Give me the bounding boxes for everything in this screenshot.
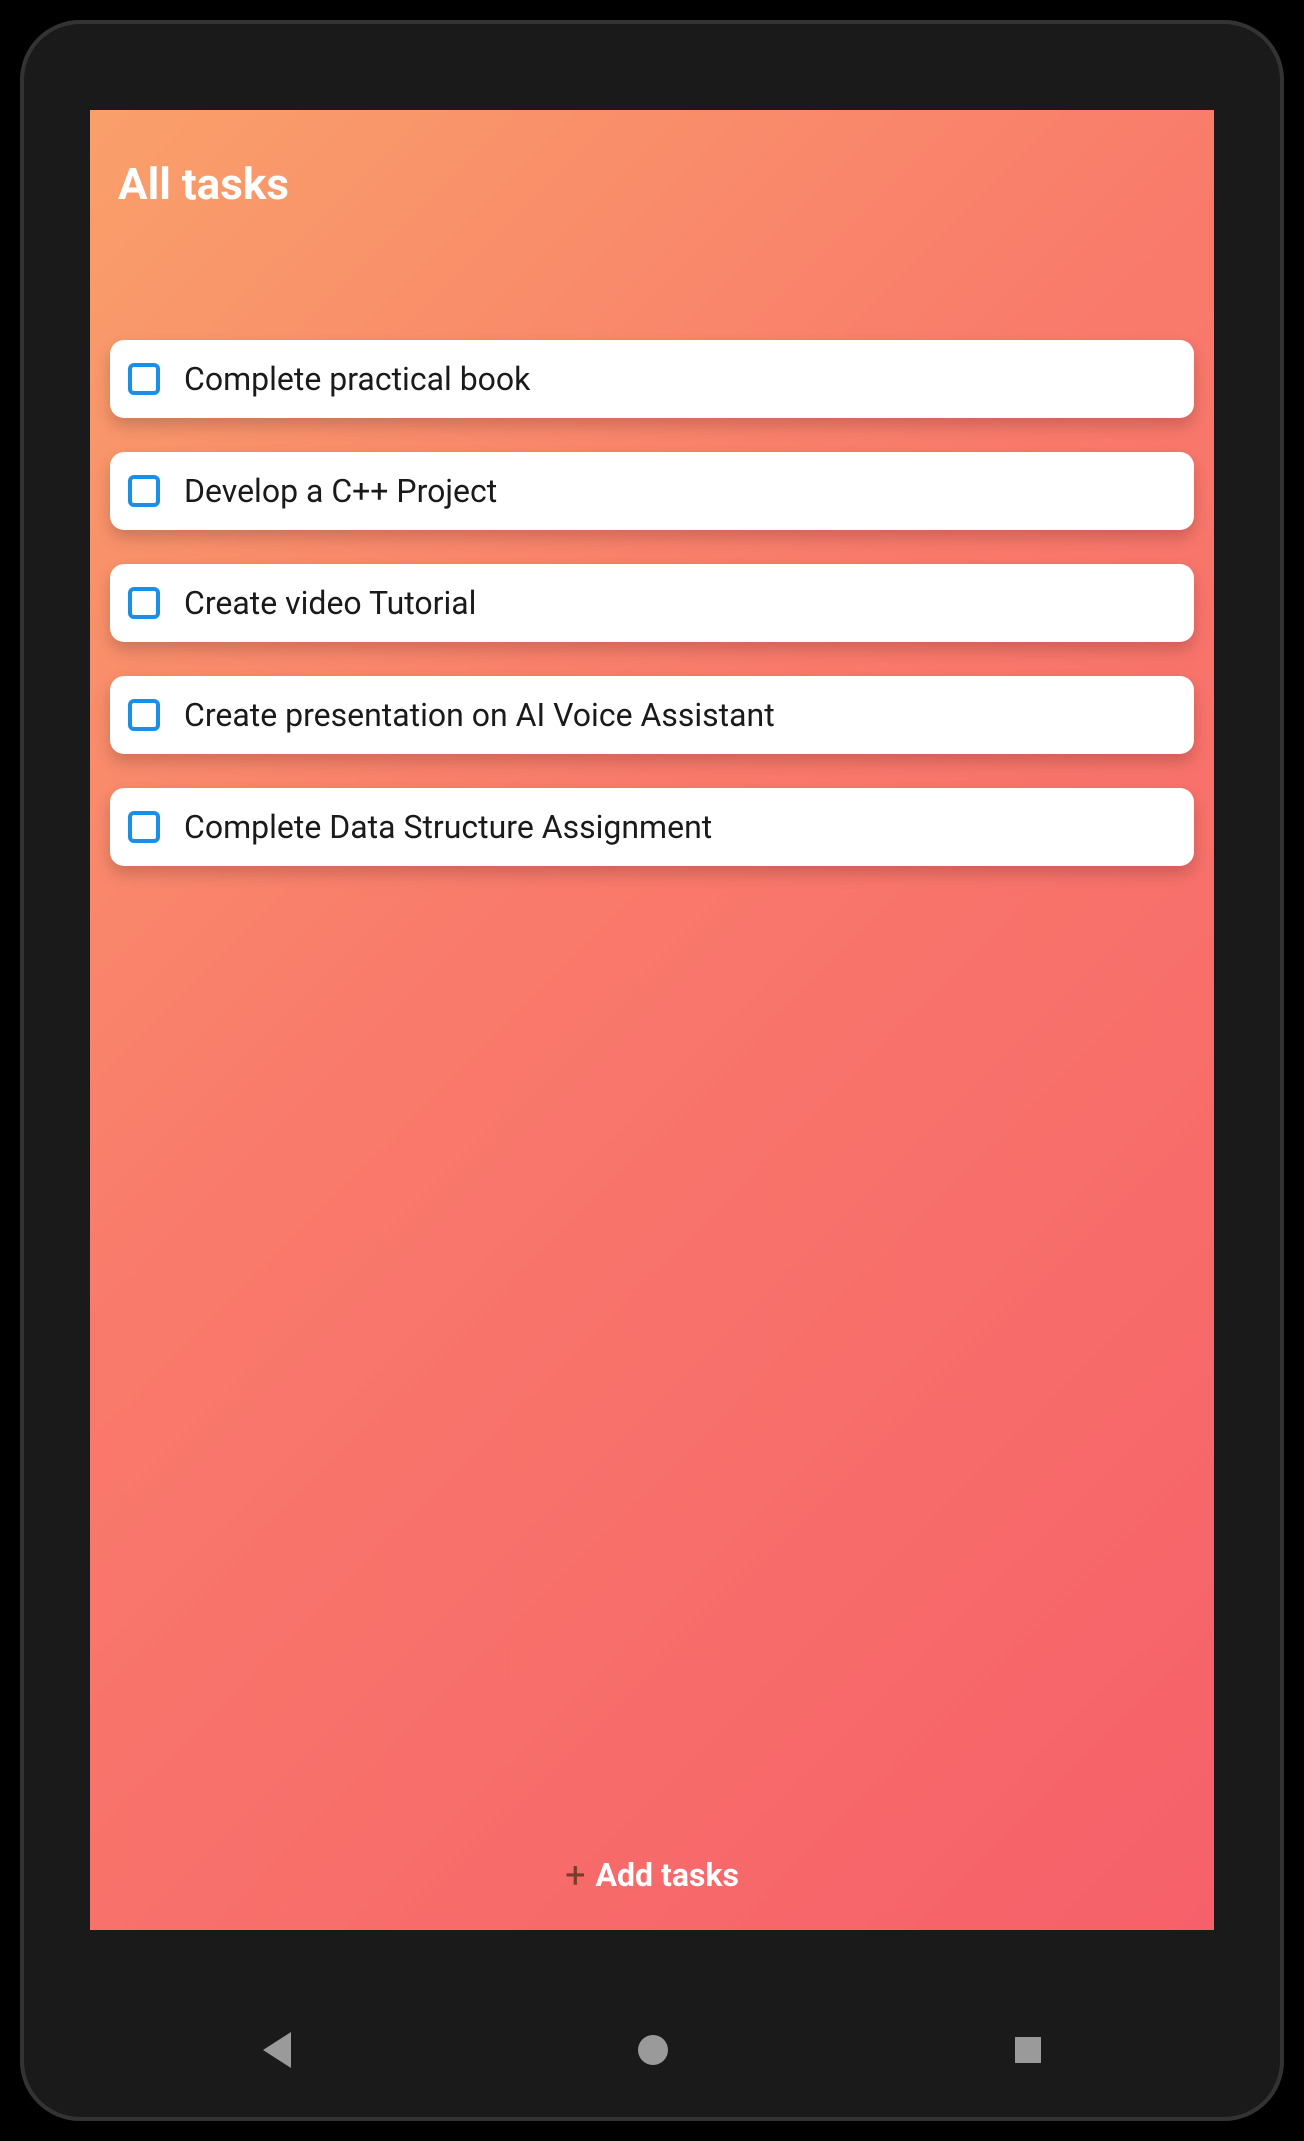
checkbox-icon[interactable] xyxy=(128,811,160,843)
task-label: Complete Data Structure Assignment xyxy=(184,808,712,846)
task-label: Create presentation on AI Voice Assistan… xyxy=(184,696,775,734)
task-item[interactable]: Complete Data Structure Assignment xyxy=(110,788,1194,866)
add-tasks-label: Add tasks xyxy=(596,1856,739,1894)
task-item[interactable]: Develop a C++ Project xyxy=(110,452,1194,530)
device-frame: All tasks Complete practical book Develo… xyxy=(20,20,1284,2121)
checkbox-icon[interactable] xyxy=(128,699,160,731)
recent-apps-icon[interactable] xyxy=(1015,2037,1041,2063)
task-item[interactable]: Create video Tutorial xyxy=(110,564,1194,642)
checkbox-icon[interactable] xyxy=(128,475,160,507)
back-icon[interactable] xyxy=(263,2032,291,2068)
add-tasks-button[interactable]: + Add tasks xyxy=(565,1856,739,1894)
task-label: Create video Tutorial xyxy=(184,584,476,622)
checkbox-icon[interactable] xyxy=(128,363,160,395)
task-label: Complete practical book xyxy=(184,360,530,398)
checkbox-icon[interactable] xyxy=(128,587,160,619)
task-list: Complete practical book Develop a C++ Pr… xyxy=(90,210,1214,866)
task-label: Develop a C++ Project xyxy=(184,472,497,510)
page-title: All tasks xyxy=(118,158,1186,210)
app-screen: All tasks Complete practical book Develo… xyxy=(90,110,1214,1930)
home-icon[interactable] xyxy=(638,2035,668,2065)
plus-icon: + xyxy=(565,1857,585,1893)
task-item[interactable]: Create presentation on AI Voice Assistan… xyxy=(110,676,1194,754)
header: All tasks xyxy=(90,110,1214,210)
task-item[interactable]: Complete practical book xyxy=(110,340,1194,418)
system-nav-bar xyxy=(90,2015,1214,2085)
